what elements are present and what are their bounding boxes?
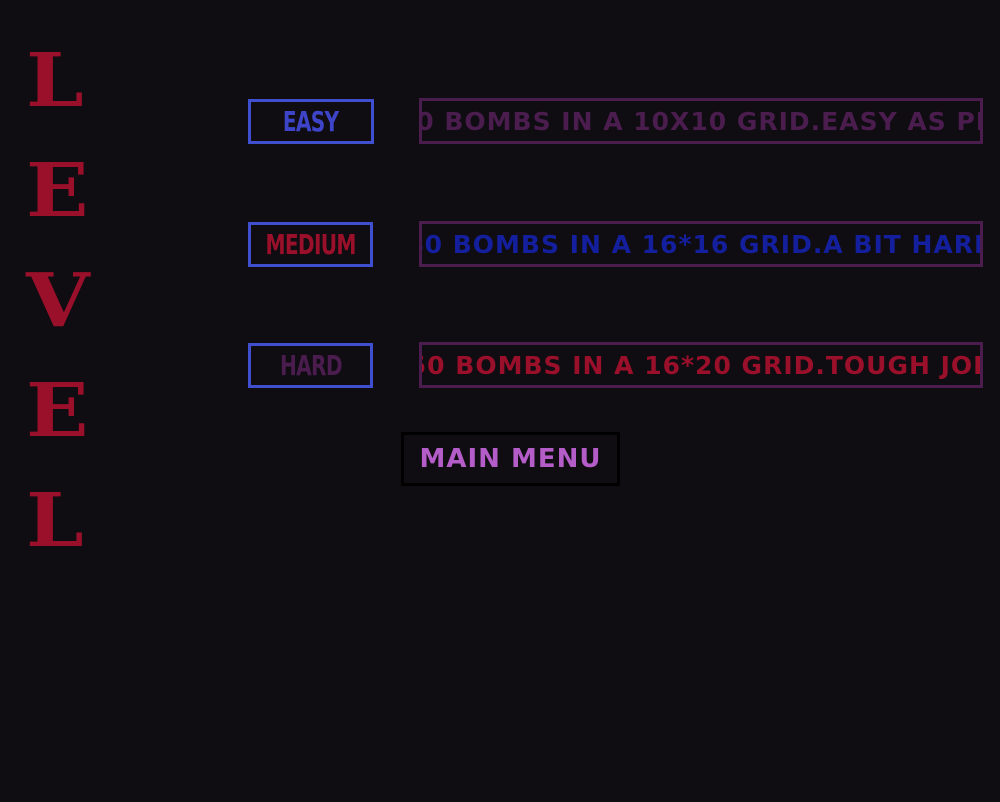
title-letter-v: V <box>26 257 90 345</box>
easy-description: 20 BOMBS IN A 10X10 GRID.EASY AS PIE <box>419 98 983 144</box>
title-letter-e: E <box>26 147 89 235</box>
hard-button[interactable]: HARD <box>248 343 373 388</box>
medium-description: 40 BOMBS IN A 16*16 GRID.A BIT HARD <box>419 221 983 267</box>
medium-button-label: MEDIUM <box>265 228 356 261</box>
easy-button-label: EASY <box>283 105 339 138</box>
title-letter-l-2: L <box>26 477 84 565</box>
hard-description: 50 BOMBS IN A 16*20 GRID.TOUGH JOB <box>419 342 983 388</box>
title-letter-l: L <box>26 37 84 125</box>
main-menu-button[interactable]: MAIN MENU <box>401 432 620 486</box>
medium-button[interactable]: MEDIUM <box>248 222 373 267</box>
main-menu-label: MAIN MENU <box>419 444 602 474</box>
hard-button-label: HARD <box>279 349 343 382</box>
title-letter-e-2: E <box>26 367 89 455</box>
easy-button[interactable]: EASY <box>248 99 374 144</box>
